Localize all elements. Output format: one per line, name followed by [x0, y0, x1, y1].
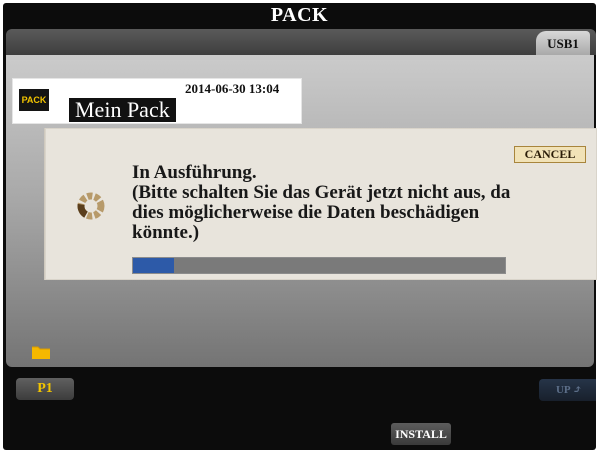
page-p1-button[interactable]: P1 [16, 378, 74, 400]
folder-icon[interactable] [31, 344, 51, 360]
install-button[interactable]: INSTALL [391, 423, 451, 445]
pack-date: 2014-06-30 13:04 [185, 81, 280, 96]
pack-logo: PACK [19, 89, 49, 111]
progress-dialog: CANCEL In Ausführung. (Bitte schalten Si… [45, 128, 597, 280]
progress-message: In Ausführung. (Bitte schalten Sie das G… [132, 162, 511, 243]
progress-bar [132, 257, 506, 274]
loading-spinner-icon [76, 191, 106, 221]
tab-usb1[interactable]: USB1 [536, 31, 590, 55]
cancel-button[interactable]: CANCEL [514, 146, 586, 163]
screen-title: PACK [270, 4, 329, 26]
pack-name: Mein Pack [69, 98, 176, 122]
pack-info-card: PACK 2014-06-30 13:04 Mein Pack [12, 78, 302, 124]
progress-bar-fill [133, 258, 174, 273]
up-button[interactable]: UP ⤴ [539, 379, 596, 401]
tab-bar [6, 29, 596, 55]
up-label: UP [555, 384, 571, 396]
up-arrow-icon: ⤴ [572, 384, 583, 396]
